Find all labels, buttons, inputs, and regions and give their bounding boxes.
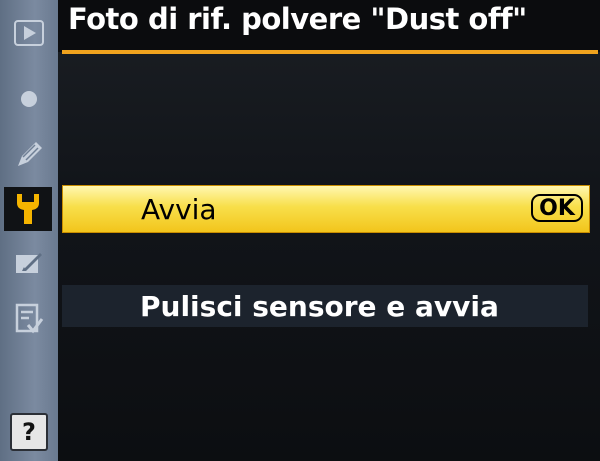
title-underline [62, 50, 598, 54]
page-title: Foto di rif. polvere "Dust off" [68, 2, 527, 36]
menu-item-label: Avvia [141, 192, 217, 226]
menu-item-label: Pulisci sensore e avvia [140, 289, 499, 323]
custom-settings-pencil-icon[interactable] [9, 138, 49, 172]
menu-sidebar: ? [0, 0, 58, 461]
ok-button-badge: OK [531, 194, 583, 222]
playback-icon[interactable] [9, 16, 49, 50]
menu-panel: Foto di rif. polvere "Dust off" Avvia OK… [58, 0, 600, 461]
wrench-setup-icon[interactable] [4, 187, 52, 231]
camera-shooting-icon[interactable] [9, 82, 49, 116]
menu-item-clean-sensor-start[interactable]: Pulisci sensore e avvia [62, 285, 588, 327]
title-bar: Foto di rif. polvere "Dust off" [58, 0, 600, 52]
my-menu-icon[interactable] [9, 302, 49, 336]
help-button[interactable]: ? [10, 413, 48, 451]
retouch-icon[interactable] [9, 246, 49, 280]
menu-item-avvia[interactable]: Avvia OK [62, 185, 590, 233]
